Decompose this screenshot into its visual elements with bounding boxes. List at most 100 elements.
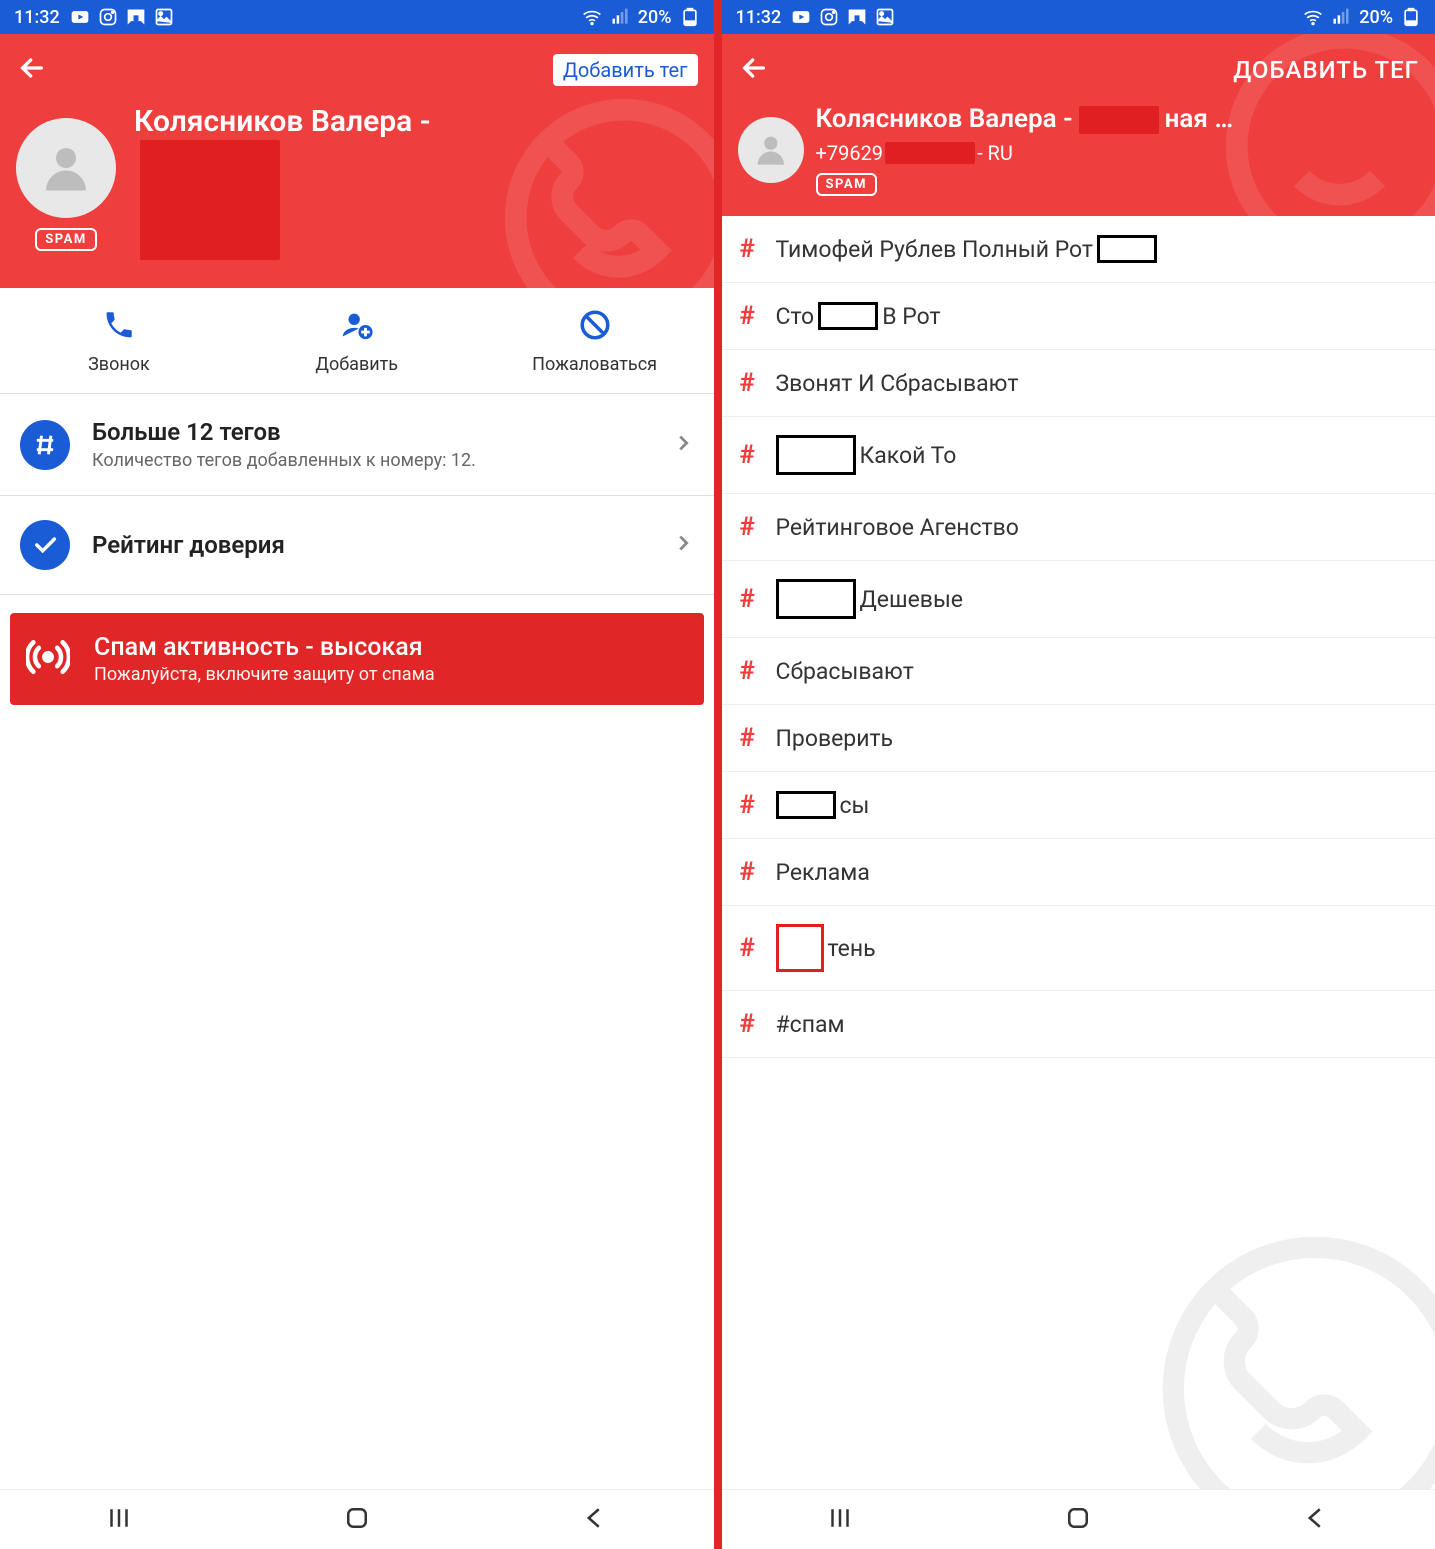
back-button[interactable] [16, 52, 48, 88]
trust-rating-row[interactable]: Рейтинг доверия [0, 496, 714, 595]
home-button[interactable] [312, 1493, 402, 1547]
chevron-right-icon [672, 432, 694, 458]
tags-count-row[interactable]: Больше 12 тегов Количество тегов добавле… [0, 394, 714, 496]
android-navbar [722, 1489, 1435, 1549]
broadcast-icon [26, 635, 70, 683]
profile-phone: +79629 - RU [816, 141, 1420, 165]
tag-row[interactable]: # Какой То [722, 417, 1435, 494]
back-nav-button[interactable] [1271, 1493, 1361, 1547]
statusbar: 11:32 20% [0, 0, 714, 34]
tag-text: Сбрасывают [776, 658, 914, 685]
spam-badge: SPAM [816, 173, 877, 196]
background-phone-icon [1145, 1219, 1435, 1489]
hash-icon [20, 420, 70, 470]
tag-row[interactable]: # Дешевые [722, 561, 1435, 638]
hash-icon: # [740, 440, 760, 470]
signal-icon [610, 7, 630, 27]
add-person-icon [238, 308, 476, 346]
hash-icon: # [740, 723, 760, 753]
action-row: Звонок Добавить Пожаловаться [0, 288, 714, 394]
redacted-box [776, 435, 856, 475]
add-action[interactable]: Добавить [238, 288, 476, 393]
signal-icon [1331, 7, 1351, 27]
redacted-box [776, 791, 836, 819]
hash-icon: # [740, 656, 760, 686]
battery-percent: 20% [638, 7, 672, 28]
tag-text: тень [776, 924, 876, 972]
avatar [16, 118, 116, 218]
phone-icon [0, 308, 238, 346]
hash-icon: # [740, 584, 760, 614]
hash-icon: # [740, 301, 760, 331]
tag-text: Тимофей Рублев Полный Рот [776, 235, 1158, 263]
tags-title: Больше 12 тегов [92, 418, 650, 446]
status-app-icons [70, 7, 174, 27]
call-action[interactable]: Звонок [0, 288, 238, 393]
battery-icon [1401, 7, 1421, 27]
redacted-box [776, 579, 856, 619]
banner-title: Спам активность - высокая [94, 633, 435, 662]
back-button[interactable] [738, 52, 770, 88]
tag-text: СтоВ Рот [776, 302, 941, 330]
tag-row[interactable]: # сы [722, 772, 1435, 839]
profile-header: ДОБАВИТЬ ТЕГ Колясников Валера - ная … +… [722, 34, 1435, 216]
hash-icon: # [740, 933, 760, 963]
back-nav-button[interactable] [550, 1493, 640, 1547]
trust-title: Рейтинг доверия [92, 531, 650, 559]
profile-name: Колясников Валера - ная … [816, 104, 1420, 135]
hash-icon: # [740, 512, 760, 542]
chevron-right-icon [672, 532, 694, 558]
spam-banner[interactable]: Спам активность - высокая Пожалуйста, вк… [10, 613, 704, 705]
report-label: Пожаловаться [476, 354, 714, 375]
redacted-inline [1079, 106, 1159, 134]
spam-badge: SPAM [35, 228, 96, 251]
tag-text: Проверить [776, 725, 894, 752]
report-action[interactable]: Пожаловаться [476, 288, 714, 393]
tag-row[interactable]: #Рейтинговое Агенство [722, 494, 1435, 561]
statusbar: 11:32 20% [722, 0, 1435, 34]
hash-icon: # [740, 368, 760, 398]
call-label: Звонок [0, 354, 238, 375]
recents-button[interactable] [74, 1493, 164, 1547]
tag-text: Какой То [776, 435, 957, 475]
check-shield-icon [20, 520, 70, 570]
tag-text: #спам [776, 1011, 845, 1038]
battery-icon [680, 7, 700, 27]
tag-text: Звонят И Сбрасывают [776, 370, 1019, 397]
status-time: 11:32 [736, 7, 782, 28]
tag-text: сы [776, 791, 870, 819]
tag-row[interactable]: # #спам [722, 991, 1435, 1058]
block-icon [476, 308, 714, 346]
home-button[interactable] [1033, 1493, 1123, 1547]
tag-row[interactable]: # Проверить [722, 705, 1435, 772]
recents-button[interactable] [795, 1493, 885, 1547]
tag-row[interactable]: # СтоВ Рот [722, 283, 1435, 350]
tag-row[interactable]: # Тимофей Рублев Полный Рот [722, 216, 1435, 283]
redacted-block [140, 140, 280, 260]
redacted-box [818, 302, 878, 330]
status-app-icons [791, 7, 895, 27]
battery-percent: 20% [1359, 7, 1393, 28]
status-time: 11:32 [14, 7, 60, 28]
redacted-box [1097, 235, 1157, 263]
tag-row[interactable]: # Звонят И Сбрасывают [722, 350, 1435, 417]
tag-row[interactable]: # Реклама [722, 839, 1435, 906]
tag-row[interactable]: # тень [722, 906, 1435, 991]
phone-left: 11:32 20% Добавить тег [0, 0, 714, 1549]
hash-icon: # [740, 234, 760, 264]
hash-icon: # [740, 857, 760, 887]
hash-icon: # [740, 1009, 760, 1039]
tag-text: Реклама [776, 859, 870, 886]
profile-header: Добавить тег SPAM Колясников Валера - [0, 34, 714, 288]
hash-icon: # [740, 790, 760, 820]
tag-text: Дешевые [776, 579, 964, 619]
tag-list: # Тимофей Рублев Полный Рот # СтоВ Рот # Звон… [722, 216, 1435, 1489]
avatar [738, 117, 804, 183]
wifi-icon [582, 7, 602, 27]
phone-right: 11:32 20% ДОБАВИТЬ ТЕГ [722, 0, 1435, 1549]
add-tag-button[interactable]: Добавить тег [553, 54, 698, 86]
wifi-icon [1303, 7, 1323, 27]
tag-row[interactable]: # Сбрасывают [722, 638, 1435, 705]
add-tag-button[interactable]: ДОБАВИТЬ ТЕГ [1233, 56, 1419, 84]
redacted-inline [885, 142, 975, 164]
